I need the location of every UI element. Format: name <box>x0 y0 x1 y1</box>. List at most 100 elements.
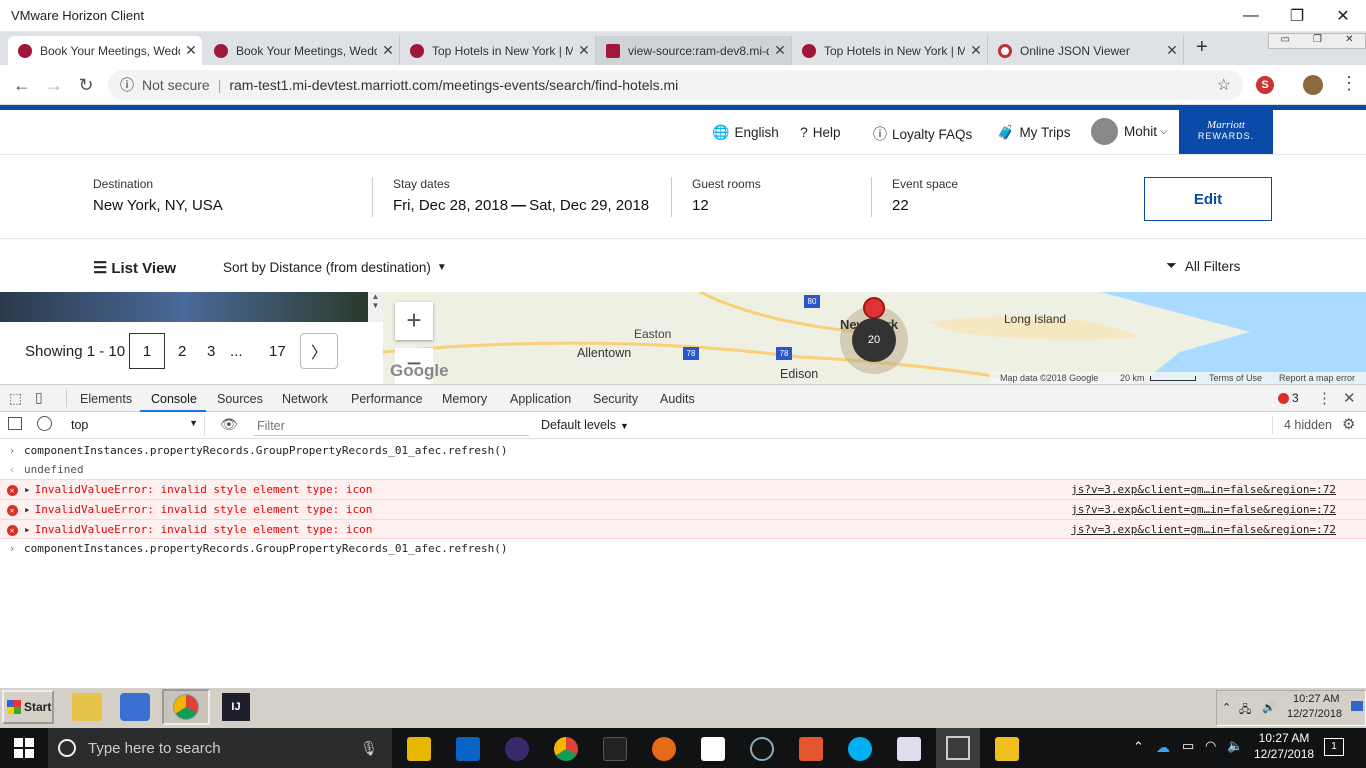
tab-sources[interactable]: Sources <box>217 392 263 406</box>
taskbar-clock[interactable]: 10:27 AM 12/27/2018 <box>1254 731 1314 761</box>
device-toolbar-icon[interactable]: ▯ <box>35 389 43 406</box>
tab-close-icon[interactable]: ✕ <box>573 42 595 59</box>
browser-tab[interactable]: Book Your Meetings, Weddi ✕ <box>8 36 202 65</box>
media-player-icon[interactable] <box>120 693 150 721</box>
page-17-button[interactable]: 17 <box>269 343 286 360</box>
file-explorer-icon[interactable] <box>72 693 102 721</box>
chrome-icon[interactable] <box>554 737 578 761</box>
map-area[interactable]: ▲ ▼ Showing 1 - 10 1 2 3 ... 17 〉 + − Goo… <box>0 292 1366 384</box>
chrome-menu-icon[interactable]: ⋮ <box>1340 73 1358 94</box>
tab-network[interactable]: Network <box>282 392 328 406</box>
console-prompt-line[interactable]: › componentInstances.propertyRecords.Grou… <box>0 538 1366 558</box>
error-source-link[interactable]: js?v=3.exp&client=gm…in=false&region=:72 <box>1071 523 1336 536</box>
explorer-icon[interactable] <box>407 737 431 761</box>
browser-tab[interactable]: view-source:ram-dev8.mi-d ✕ <box>596 36 792 65</box>
intellij-icon[interactable]: IJ <box>222 693 250 721</box>
tab-close-icon[interactable]: ✕ <box>180 42 202 59</box>
browser-tab[interactable]: Book Your Meetings, Weddi ✕ <box>204 36 400 65</box>
restore-button[interactable]: ❐ <box>1274 0 1320 32</box>
info-icon[interactable]: ⓘ <box>120 75 134 95</box>
devtools-close-icon[interactable]: ✕ <box>1343 389 1356 407</box>
omnibox[interactable]: ⓘ Not secure | ram-test1.mi-devtest.marr… <box>108 70 1243 100</box>
stay-dates-field[interactable]: Stay dates Fri, Dec 28, 2018— Sat, Dec 29,… <box>393 177 649 214</box>
network-icon[interactable]: 🖧 <box>1239 701 1251 720</box>
start-button[interactable]: Start <box>2 690 54 724</box>
tab-close-icon[interactable]: ✕ <box>377 42 399 59</box>
new-tab-button[interactable]: + <box>1196 36 1208 59</box>
extension-icon[interactable]: S <box>1256 76 1274 94</box>
terms-link[interactable]: Terms of Use <box>1209 373 1262 383</box>
reload-button[interactable]: ↻ <box>74 73 98 97</box>
console-settings-icon[interactable]: ⚙ <box>1342 415 1355 433</box>
volume-muted-icon[interactable]: 🔈 <box>1227 738 1243 754</box>
vmware-window-controls[interactable]: ▭ ❐ ✕ <box>1268 33 1366 49</box>
console-error-line[interactable]: ✕ ▸ InvalidValueError: invalid style eleme… <box>0 479 1366 499</box>
user-menu[interactable]: Mohit ⌵ <box>1091 118 1168 145</box>
error-source-link[interactable]: js?v=3.exp&client=gm…in=false&region=:72 <box>1071 503 1336 516</box>
inspect-element-icon[interactable]: ⬚ <box>9 390 22 407</box>
show-desktop-icon[interactable] <box>1351 701 1363 711</box>
photos-icon[interactable] <box>897 737 921 761</box>
eye-icon[interactable]: 👁 <box>220 416 238 433</box>
loyalty-faqs-link[interactable]: ⓘ Loyalty FAQs <box>873 124 972 144</box>
marriott-rewards-logo[interactable]: Marriott REWARDS. <box>1179 110 1273 154</box>
tab-security[interactable]: Security <box>593 392 638 406</box>
url-text[interactable]: ram-test1.mi-devtest.marriott.com/meetin… <box>229 77 678 93</box>
chrome-taskbar-button[interactable] <box>162 689 210 725</box>
browser-tab[interactable]: Top Hotels in New York | Ma ✕ <box>400 36 596 65</box>
destination-field[interactable]: Destination New York, NY, USA <box>93 177 223 214</box>
tab-console[interactable]: Console <box>151 392 197 406</box>
vmware-taskbar-button[interactable] <box>936 728 980 768</box>
tray-chevron-icon[interactable]: ⌃ <box>1133 739 1144 755</box>
edit-button[interactable]: Edit <box>1144 177 1272 221</box>
devtools-menu-icon[interactable]: ⋮ <box>1317 389 1332 407</box>
language-link[interactable]: 🌐 English <box>712 124 779 141</box>
lock-icon[interactable] <box>995 737 1019 761</box>
notification-center-icon[interactable]: 1 <box>1324 738 1344 756</box>
back-button[interactable]: ← <box>10 73 34 97</box>
expand-triangle-icon[interactable]: ▸ <box>24 523 31 536</box>
clear-console-icon[interactable] <box>37 416 52 431</box>
bookmark-star-icon[interactable]: ☆ <box>1217 75 1231 95</box>
intellij-icon[interactable] <box>603 737 627 761</box>
console-output[interactable]: › componentInstances.propertyRecords.Grou… <box>0 439 1366 686</box>
tray-expand-icon[interactable]: ⌃ <box>1222 701 1231 714</box>
tab-memory[interactable]: Memory <box>442 392 487 406</box>
context-select[interactable]: top ▼ <box>63 415 205 436</box>
browser-tab[interactable]: Top Hotels in New York | Ma ✕ <box>792 36 988 65</box>
close-window-button[interactable]: ✕ <box>1320 0 1366 32</box>
tab-application[interactable]: Application <box>510 392 571 406</box>
tab-performance[interactable]: Performance <box>351 392 423 406</box>
minimize-button[interactable]: — <box>1228 0 1274 32</box>
report-map-error-link[interactable]: Report a map error <box>1279 373 1355 383</box>
microphone-icon[interactable]: 🎙 <box>360 740 378 757</box>
page-2-button[interactable]: 2 <box>178 343 186 360</box>
expand-triangle-icon[interactable]: ▸ <box>24 503 31 516</box>
tab-close-icon[interactable]: ✕ <box>769 42 791 59</box>
expand-triangle-icon[interactable]: ▸ <box>24 483 31 496</box>
log-levels-select[interactable]: Default levels ▼ <box>541 418 629 432</box>
zoom-in-button[interactable]: + <box>395 302 433 340</box>
postman-icon[interactable] <box>799 737 823 761</box>
sort-dropdown[interactable]: Sort by Distance (from destination) ▼ <box>223 260 447 275</box>
battery-icon[interactable]: ▭ <box>1182 738 1194 754</box>
page-3-button[interactable]: 3 <box>207 343 215 360</box>
onedrive-icon[interactable]: ☁ <box>1156 739 1170 756</box>
volume-icon[interactable]: 🔊 <box>1262 701 1276 714</box>
console-filter-input[interactable] <box>253 416 529 436</box>
skype-icon[interactable] <box>848 737 872 761</box>
sticky-notes-icon[interactable] <box>701 737 725 761</box>
tab-elements[interactable]: Elements <box>80 392 132 406</box>
next-page-button[interactable]: 〉 <box>300 333 338 369</box>
console-error-line[interactable]: ✕ ▸ InvalidValueError: invalid style eleme… <box>0 519 1366 539</box>
eclipse-icon[interactable] <box>505 737 529 761</box>
map-pin-icon[interactable] <box>863 297 885 319</box>
tab-close-icon[interactable]: ✕ <box>965 42 987 59</box>
list-scrollbar[interactable]: ▲ ▼ <box>368 292 383 322</box>
list-view-toggle[interactable]: ☰ List View <box>93 258 176 278</box>
windows-start-icon[interactable] <box>14 738 34 758</box>
browser-tab[interactable]: Online JSON Viewer ✕ <box>988 36 1184 65</box>
tab-close-icon[interactable]: ✕ <box>1161 42 1183 59</box>
error-source-link[interactable]: js?v=3.exp&client=gm…in=false&region=:72 <box>1071 483 1336 496</box>
all-filters-button[interactable]: ⏷ All Filters <box>1166 258 1240 274</box>
